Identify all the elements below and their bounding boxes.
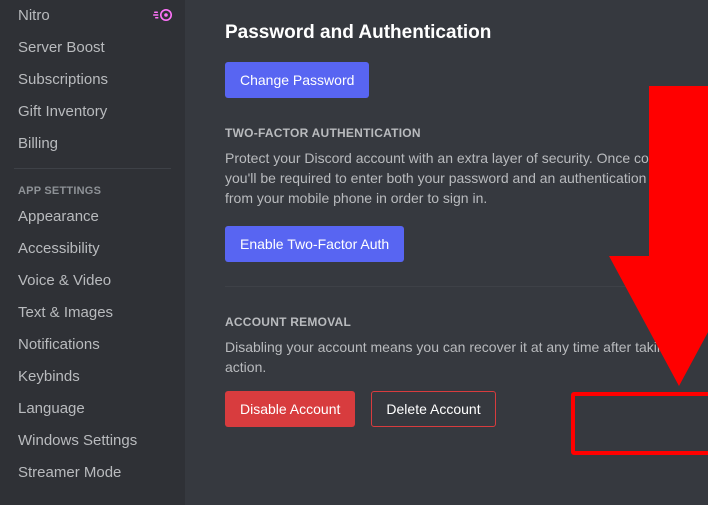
sidebar-item-nitro[interactable]: Nitro <box>14 0 179 32</box>
nitro-badge-icon <box>153 8 173 22</box>
sidebar-section-app-settings: APP SETTINGS <box>14 169 179 201</box>
sidebar-item-label: Keybinds <box>18 368 80 385</box>
sidebar-item-text-images[interactable]: Text & Images <box>14 297 179 329</box>
settings-sidebar: Nitro Server Boost Subscriptions Gift In… <box>0 0 185 505</box>
sidebar-item-notifications[interactable]: Notifications <box>14 329 179 361</box>
disable-account-button[interactable]: Disable Account <box>225 391 355 427</box>
sidebar-item-label: Language <box>18 400 85 417</box>
account-removal-buttons: Disable Account Delete Account <box>225 391 708 427</box>
sidebar-item-keybinds[interactable]: Keybinds <box>14 361 179 393</box>
sidebar-item-server-boost[interactable]: Server Boost <box>14 32 179 64</box>
sidebar-item-language[interactable]: Language <box>14 393 179 425</box>
sidebar-item-appearance[interactable]: Appearance <box>14 201 179 233</box>
enable-2fa-button[interactable]: Enable Two-Factor Auth <box>225 226 404 262</box>
sidebar-item-gift-inventory[interactable]: Gift Inventory <box>14 96 179 128</box>
sidebar-item-label: Windows Settings <box>18 432 137 449</box>
sidebar-item-label: Subscriptions <box>18 71 108 88</box>
account-removal-description: Disabling your account means you can rec… <box>225 337 705 377</box>
sidebar-item-label: Nitro <box>18 7 50 24</box>
settings-content: Password and Authentication Change Passw… <box>185 0 708 505</box>
sidebar-item-windows-settings[interactable]: Windows Settings <box>14 425 179 457</box>
account-removal-title: ACCOUNT REMOVAL <box>225 315 708 329</box>
change-password-button[interactable]: Change Password <box>225 62 369 98</box>
section-divider <box>225 286 685 287</box>
sidebar-item-subscriptions[interactable]: Subscriptions <box>14 64 179 96</box>
sidebar-item-label: Billing <box>18 135 58 152</box>
sidebar-item-streamer-mode[interactable]: Streamer Mode <box>14 457 179 489</box>
sidebar-item-label: Accessibility <box>18 240 100 257</box>
tfa-description: Protect your Discord account with an ext… <box>225 148 705 208</box>
tfa-section-title: TWO-FACTOR AUTHENTICATION <box>225 126 708 140</box>
page-title: Password and Authentication <box>225 22 708 44</box>
sidebar-item-label: Appearance <box>18 208 99 225</box>
sidebar-item-label: Gift Inventory <box>18 103 107 120</box>
sidebar-item-label: Streamer Mode <box>18 464 121 481</box>
sidebar-item-label: Server Boost <box>18 39 105 56</box>
sidebar-item-billing[interactable]: Billing <box>14 128 179 160</box>
sidebar-item-accessibility[interactable]: Accessibility <box>14 233 179 265</box>
sidebar-item-label: Voice & Video <box>18 272 111 289</box>
sidebar-item-voice-video[interactable]: Voice & Video <box>14 265 179 297</box>
delete-account-button[interactable]: Delete Account <box>371 391 495 427</box>
sidebar-item-label: Notifications <box>18 336 100 353</box>
sidebar-item-label: Text & Images <box>18 304 113 321</box>
